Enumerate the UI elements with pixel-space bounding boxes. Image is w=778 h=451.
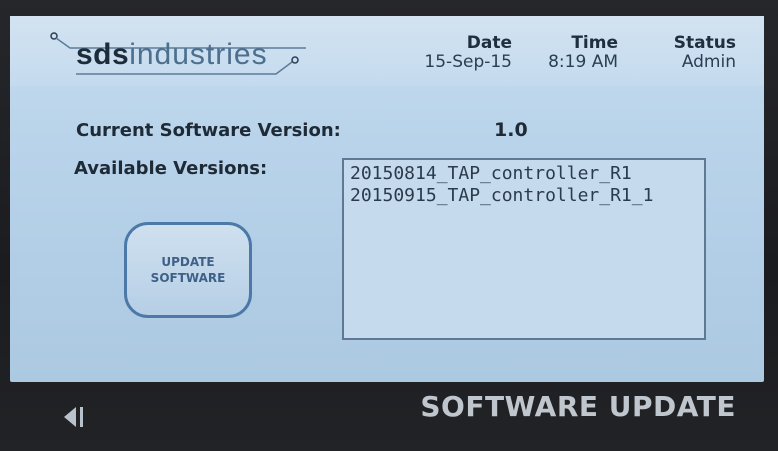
list-item[interactable]: 20150915_TAP_controller_R1_1 (350, 185, 704, 207)
available-versions-list[interactable]: 20150814_TAP_controller_R1 20150915_TAP_… (342, 158, 706, 340)
date-display: Date 15-Sep-15 (422, 34, 512, 72)
time-label: Time (571, 33, 618, 53)
footer-bar: SOFTWARE UPDATE (0, 382, 778, 451)
status-label: Status (673, 33, 736, 53)
status-display: Status Admin (662, 34, 736, 72)
time-display: Time 8:19 AM (536, 34, 618, 72)
list-item[interactable]: 20150814_TAP_controller_R1 (350, 163, 704, 185)
update-software-button[interactable]: UPDATE SOFTWARE (124, 222, 252, 318)
current-version-label: Current Software Version: (76, 120, 341, 141)
sds-industries-logo: sdsindustries (46, 28, 310, 78)
page-title: SOFTWARE UPDATE (420, 390, 736, 423)
logo-text-bold: sds (76, 38, 130, 71)
available-versions-label: Available Versions: (74, 158, 268, 179)
update-software-button-label: UPDATE SOFTWARE (150, 255, 226, 285)
header-bar: sdsindustries Date 15-Sep-15 Time 8:19 A… (10, 16, 764, 86)
time-value: 8:19 AM (548, 52, 618, 72)
back-button[interactable] (60, 397, 100, 437)
back-arrow-icon (64, 407, 83, 427)
logo-text-light: industries (129, 38, 268, 71)
date-value: 15-Sep-15 (424, 52, 512, 72)
date-label: Date (466, 33, 512, 53)
status-value: Admin (681, 52, 736, 72)
current-version-value: 1.0 (494, 119, 528, 141)
touch-screen: sdsindustries Date 15-Sep-15 Time 8:19 A… (10, 16, 764, 382)
logo-text: sdsindustries (76, 38, 268, 72)
